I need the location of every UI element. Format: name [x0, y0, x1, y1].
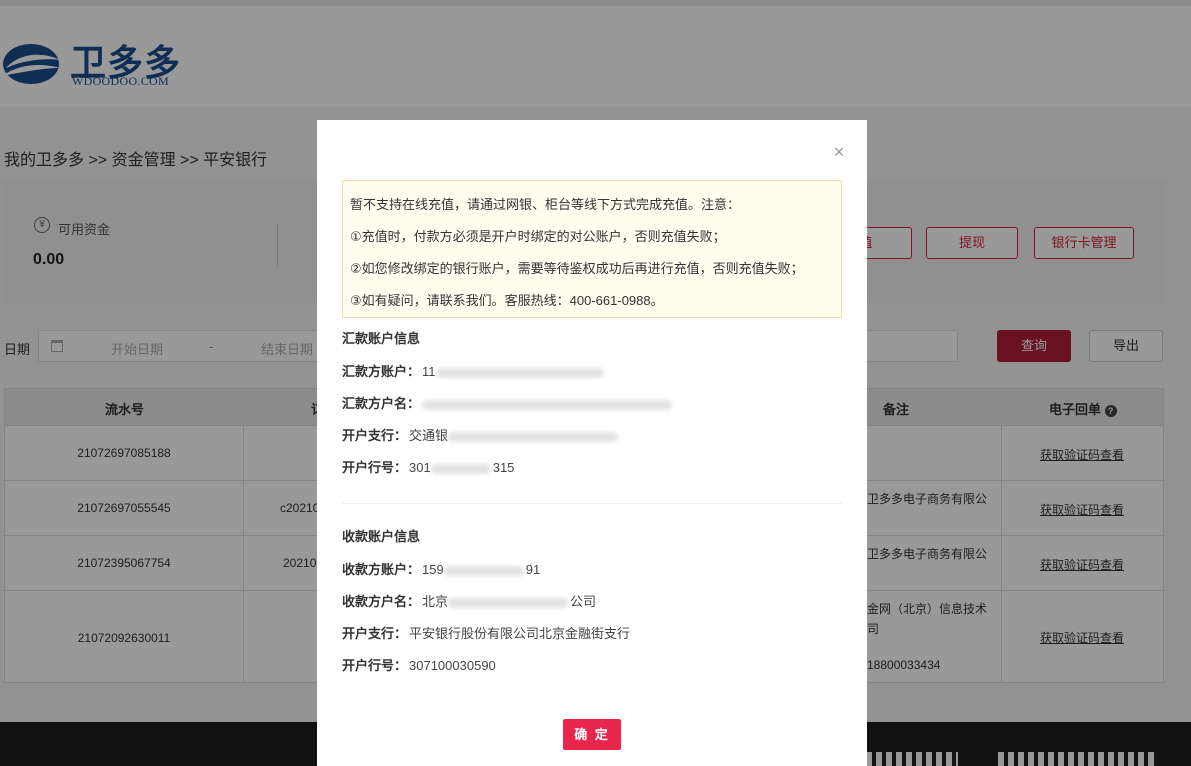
payer-account-label: 汇款方账户：: [342, 364, 421, 379]
payee-account: 收款方账户： 159 91: [342, 559, 540, 578]
recharge-info-modal: × 暂不支持在线充值，请通过网银、柜台等线下方式完成充值。注意： ①充值时，付款…: [317, 120, 867, 766]
payer-name: 汇款方户名：: [342, 393, 673, 412]
payer-name-label: 汇款方户名：: [342, 396, 421, 411]
payer-section-title: 汇款账户信息: [342, 331, 421, 346]
recharge-notice: 暂不支持在线充值，请通过网银、柜台等线下方式完成充值。注意： ①充值时，付款方必…: [342, 180, 842, 318]
payee-branch-value: 平安银行股份有限公司北京金融街支行: [409, 626, 631, 641]
notice-line: ①充值时，付款方必须是开户时绑定的对公账户，否则充值失败；: [350, 229, 726, 244]
section-divider: [342, 503, 842, 504]
payee-account-label: 收款方账户：: [342, 562, 421, 577]
payee-branch: 开户支行： 平安银行股份有限公司北京金融街支行: [342, 623, 630, 642]
payer-branch-label: 开户支行：: [342, 428, 408, 443]
payee-name-label: 收款方户名：: [342, 594, 421, 609]
payer-bank-no: 开户行号： 301 315: [342, 457, 514, 476]
payee-account-value-end: 91: [525, 562, 541, 577]
payer-account: 汇款方账户： 11: [342, 361, 604, 380]
redacted-text: [430, 463, 491, 474]
close-icon[interactable]: ×: [831, 143, 847, 161]
payee-bank-no: 开户行号： 307100030590: [342, 655, 496, 674]
notice-line: ③如有疑问，请联系我们。客服热线：400-661-0988。: [350, 293, 664, 308]
payee-account-value-start: 159: [422, 562, 444, 577]
payee-section-title: 收款账户信息: [342, 529, 421, 544]
payee-bank-no-label: 开户行号：: [342, 658, 408, 673]
notice-line: ②如您修改绑定的银行账户，需要等待鉴权成功后再进行充值，否则充值失败；: [350, 261, 804, 276]
payer-account-value: 11: [422, 364, 436, 379]
notice-line: 暂不支持在线充值，请通过网银、柜台等线下方式完成充值。注意：: [350, 197, 741, 212]
redacted-text: [448, 597, 569, 608]
redacted-text: [422, 399, 673, 410]
payee-name-value-start: 北京: [422, 594, 449, 609]
payer-bank-no-value-start: 301: [409, 460, 431, 475]
payer-branch-value: 交通银: [409, 428, 449, 443]
payer-bank-no-value-end: 315: [492, 460, 515, 475]
payer-bank-no-label: 开户行号：: [342, 460, 408, 475]
redacted-text: [435, 367, 604, 378]
confirm-button[interactable]: 确 定: [563, 719, 621, 750]
payee-branch-label: 开户支行：: [342, 626, 408, 641]
redacted-text: [443, 565, 524, 576]
payee-name: 收款方户名： 北京 公司: [342, 591, 596, 610]
payee-bank-no-value: 307100030590: [409, 658, 496, 673]
redacted-text: [448, 431, 619, 442]
payer-branch: 开户支行： 交通银: [342, 425, 619, 444]
payee-name-value-end: 公司: [570, 594, 597, 609]
